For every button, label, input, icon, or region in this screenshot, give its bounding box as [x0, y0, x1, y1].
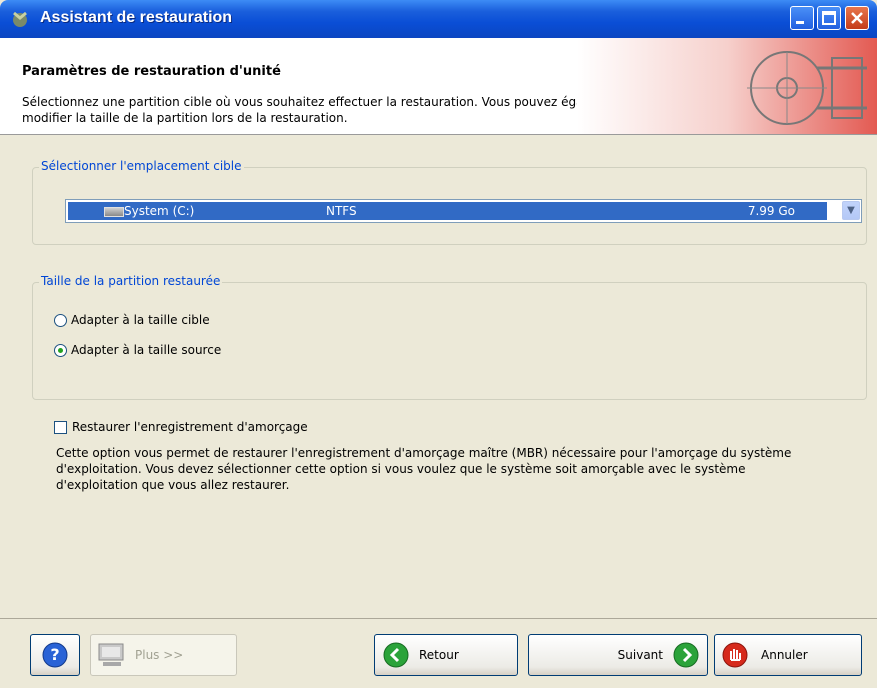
title-bar[interactable]: Assistant de restauration: [0, 0, 877, 38]
fit-source-label: Adapter à la taille source: [71, 343, 222, 357]
target-partition-dropdown[interactable]: System (C:) NTFS 7.99 Go ▼: [65, 199, 862, 223]
next-label: Suivant: [617, 648, 663, 662]
back-button[interactable]: Retour: [374, 634, 518, 676]
partition-filesystem: NTFS: [326, 204, 357, 218]
back-arrow-icon: [383, 642, 409, 668]
minimize-icon: [796, 21, 804, 24]
help-button[interactable]: ?: [30, 634, 80, 676]
page-description: Sélectionnez une partition cible où vous…: [22, 95, 626, 125]
computer-icon: [98, 643, 124, 666]
chevron-down-icon[interactable]: ▼: [842, 201, 860, 220]
svg-text:?: ?: [50, 645, 59, 664]
partition-size-group: [32, 282, 867, 400]
fit-source-option[interactable]: Adapter à la taille source: [54, 343, 221, 357]
minimize-button[interactable]: [790, 6, 814, 30]
close-button[interactable]: [845, 6, 869, 30]
mbr-description: Cette option vous permet de restaurer l'…: [56, 446, 792, 492]
restore-wizard-window: Assistant de restauration Paramètres de …: [0, 0, 877, 688]
maximize-button[interactable]: [817, 6, 841, 30]
restore-mbr-option[interactable]: Restaurer l'enregistrement d'amorçage: [54, 420, 308, 434]
restore-mbr-checkbox[interactable]: [54, 420, 67, 434]
partition-size: 7.99 Go: [747, 204, 795, 218]
window-title: Assistant de restauration: [40, 9, 233, 26]
close-icon: [851, 12, 863, 24]
next-arrow-icon: [673, 642, 699, 668]
back-label: Retour: [419, 648, 459, 662]
vault-banner-image: [577, 38, 877, 134]
fit-target-option[interactable]: Adapter à la taille cible: [54, 313, 210, 327]
more-button[interactable]: Plus >>: [90, 634, 237, 676]
cancel-label: Annuler: [761, 648, 808, 662]
app-icon: [13, 11, 27, 27]
help-icon: ?: [42, 642, 68, 668]
fit-target-label: Adapter à la taille cible: [71, 313, 210, 327]
maximize-icon: [822, 11, 836, 25]
wizard-header: Paramètres de restauration d'unité Sélec…: [0, 38, 877, 135]
restore-mbr-label: Restaurer l'enregistrement d'amorçage: [72, 420, 308, 434]
stop-hand-icon: [722, 642, 748, 668]
next-button[interactable]: Suivant: [528, 634, 708, 676]
partition-size-legend: Taille de la partition restaurée: [39, 274, 223, 288]
fit-source-radio[interactable]: [54, 343, 67, 357]
selected-partition: System (C:) NTFS 7.99 Go: [68, 202, 827, 220]
footer-divider: [0, 618, 877, 619]
page-title: Paramètres de restauration d'unité: [22, 64, 281, 79]
more-label: Plus >>: [135, 648, 184, 662]
drive-icon: [104, 207, 124, 217]
target-location-legend: Sélectionner l'emplacement cible: [39, 159, 244, 173]
partition-name: System (C:): [124, 204, 195, 218]
fit-target-radio[interactable]: [54, 313, 67, 327]
cancel-button[interactable]: Annuler: [714, 634, 862, 676]
